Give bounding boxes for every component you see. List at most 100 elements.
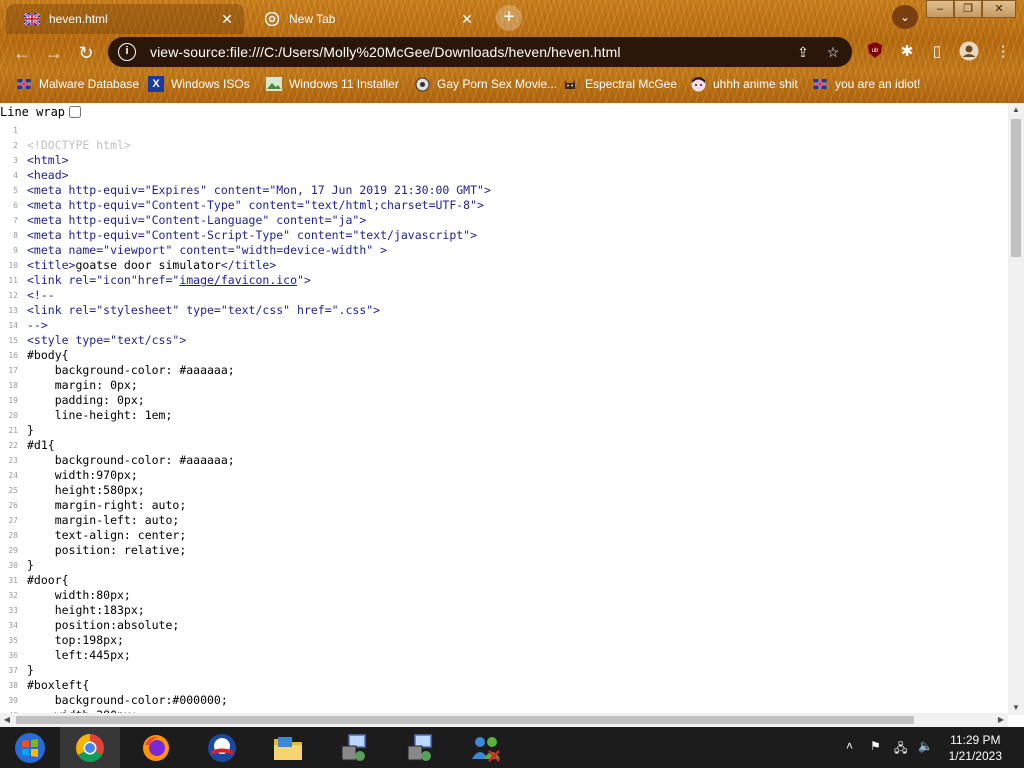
info-icon[interactable]: i — [118, 43, 136, 61]
network-setup-icon[interactable] — [324, 727, 384, 768]
side-panel-icon[interactable]: ▯ — [926, 41, 948, 63]
scroll-up-icon[interactable]: ▲ — [1008, 103, 1024, 117]
scroll-right-icon[interactable]: ▶ — [994, 713, 1008, 727]
reload-icon[interactable]: ↻ — [74, 41, 98, 65]
close-window-button[interactable]: ✕ — [982, 0, 1016, 18]
line-content: height:183px; — [27, 603, 145, 617]
source-line: 12 <!-- — [0, 288, 1008, 303]
scroll-down-icon[interactable]: ▼ — [1008, 701, 1024, 715]
bookmark-espectral-mcgee[interactable]: Espectral McGee — [562, 76, 677, 92]
line-number: 16 — [8, 351, 18, 360]
flag-icon[interactable]: ⚑ — [870, 739, 881, 753]
line-number: 10 — [8, 261, 18, 270]
source-line: 37} — [0, 663, 1008, 678]
new-tab-button[interactable]: + — [496, 5, 522, 31]
star-icon[interactable]: ☆ — [824, 43, 842, 61]
back-icon[interactable]: ← — [10, 41, 34, 65]
source-line: 13 <link rel="stylesheet" type="text/css"… — [0, 303, 1008, 318]
line-number: 33 — [8, 606, 18, 615]
source-line: 8 <meta http-equiv="Content-Script-Type" … — [0, 228, 1008, 243]
source-line: 26 margin-right: auto; — [0, 498, 1008, 513]
chrome-icon — [264, 12, 280, 26]
source-line: 29 position: relative; — [0, 543, 1008, 558]
source-line: 34 position:absolute; — [0, 618, 1008, 633]
scroll-left-icon[interactable]: ◀ — [0, 713, 14, 727]
bookmarks-bar: Malware Database X Windows ISOs Windows … — [0, 74, 1024, 96]
bookmark-windows-isos[interactable]: X Windows ISOs — [148, 76, 250, 92]
tab-heven[interactable]: heven.html ✕ — [6, 4, 244, 34]
tab-label: New Tab — [289, 12, 336, 26]
chevron-down-icon[interactable]: ⌄ — [892, 5, 918, 29]
line-number: 15 — [8, 336, 18, 345]
profile-icon[interactable] — [958, 41, 980, 63]
globe-icon — [414, 76, 430, 92]
close-icon[interactable]: ✕ — [218, 10, 236, 28]
source-line: 5 <meta http-equiv="Expires" content="Mon… — [0, 183, 1008, 198]
menu-icon[interactable]: ⋮ — [992, 41, 1014, 63]
line-number: 14 — [8, 321, 18, 330]
line-wrap-toggle[interactable]: Line wrap — [0, 105, 82, 119]
chrome-icon[interactable] — [60, 727, 120, 768]
bookmark-label: Gay Porn Sex Movie... — [437, 77, 558, 91]
line-number: 2 — [13, 141, 18, 150]
line-number: 9 — [13, 246, 18, 255]
chevron-up-icon[interactable]: ˄ — [846, 739, 853, 753]
extensions-icon[interactable]: ✱ — [896, 41, 918, 63]
bookmark-you-are-an-idiot[interactable]: you are an idiot! — [812, 76, 920, 92]
image-icon — [266, 76, 282, 92]
line-number: 24 — [8, 471, 18, 480]
bookmark-windows-11-installer[interactable]: Windows 11 Installer — [266, 76, 399, 92]
line-number: 35 — [8, 636, 18, 645]
ublock-icon[interactable]: ub — [864, 41, 886, 63]
line-number: 8 — [13, 231, 18, 240]
horizontal-scrollbar[interactable]: ◀ ▶ — [0, 713, 1008, 727]
clock[interactable]: 11:29 PM 1/21/2023 — [949, 732, 1002, 764]
browser-chrome: heven.html ✕ New Tab ✕ + ⌄ – ❐ ✕ ← → ↻ i… — [0, 0, 1024, 103]
line-content: position: relative; — [27, 543, 187, 557]
vertical-scrollbar[interactable]: ▲ ▼ — [1008, 103, 1024, 715]
volume-icon[interactable]: 🔈 — [918, 739, 933, 753]
taskbar: ˄ ⚑ 🖧 🔈 11:29 PM 1/21/2023 — [0, 727, 1024, 768]
source-line: 33 height:183px; — [0, 603, 1008, 618]
close-icon[interactable]: ✕ — [458, 10, 476, 28]
line-content: } — [27, 663, 34, 677]
network-icon[interactable]: 🖧 — [894, 739, 907, 760]
line-content: #door{ — [27, 573, 69, 587]
source-line: 25 height:580px; — [0, 483, 1008, 498]
line-number: 4 — [13, 171, 18, 180]
tab-new-tab[interactable]: New Tab ✕ — [246, 4, 484, 34]
line-content: <head> — [27, 168, 69, 182]
x-logo-icon: X — [148, 76, 164, 92]
start-icon[interactable] — [0, 727, 60, 768]
scrollbar-thumb[interactable] — [1011, 119, 1021, 257]
obama-logo-icon[interactable] — [192, 727, 252, 768]
minimize-button[interactable]: – — [926, 0, 954, 18]
line-wrap-checkbox[interactable] — [69, 106, 82, 118]
line-number: 32 — [8, 591, 18, 600]
firefox-icon[interactable] — [126, 727, 186, 768]
share-icon[interactable]: ⇪ — [794, 43, 812, 61]
bookmark-anime[interactable]: uhhh anime shit — [690, 76, 798, 92]
address-bar[interactable]: i view-source:file:///C:/Users/Molly%20M… — [108, 37, 852, 67]
source-line: 1 — [0, 123, 1008, 138]
line-number: 20 — [8, 411, 18, 420]
url-text[interactable]: view-source:file:///C:/Users/Molly%20McG… — [150, 44, 621, 60]
network-users-icon[interactable] — [456, 727, 516, 768]
bookmark-gay-porn[interactable]: Gay Porn Sex Movie... — [414, 76, 557, 92]
line-number: 36 — [8, 651, 18, 660]
scrollbar-thumb[interactable] — [16, 716, 914, 724]
forward-icon[interactable]: → — [42, 41, 66, 65]
file-explorer-icon[interactable] — [258, 727, 318, 768]
source-line: 4 <head> — [0, 168, 1008, 183]
line-number: 7 — [13, 216, 18, 225]
line-number: 38 — [8, 681, 18, 690]
source-line: 9 <meta name="viewport" content="width=de… — [0, 243, 1008, 258]
favicon-link[interactable]: image/favicon.ico — [179, 273, 297, 287]
line-number: 1 — [13, 126, 18, 135]
bookmark-malware-database[interactable]: Malware Database — [16, 76, 139, 92]
network-setup-icon[interactable] — [390, 727, 450, 768]
maximize-button[interactable]: ❐ — [954, 0, 982, 18]
source-line: 3 <html> — [0, 153, 1008, 168]
source-line: 14 --> — [0, 318, 1008, 333]
line-content: --> — [27, 318, 48, 332]
